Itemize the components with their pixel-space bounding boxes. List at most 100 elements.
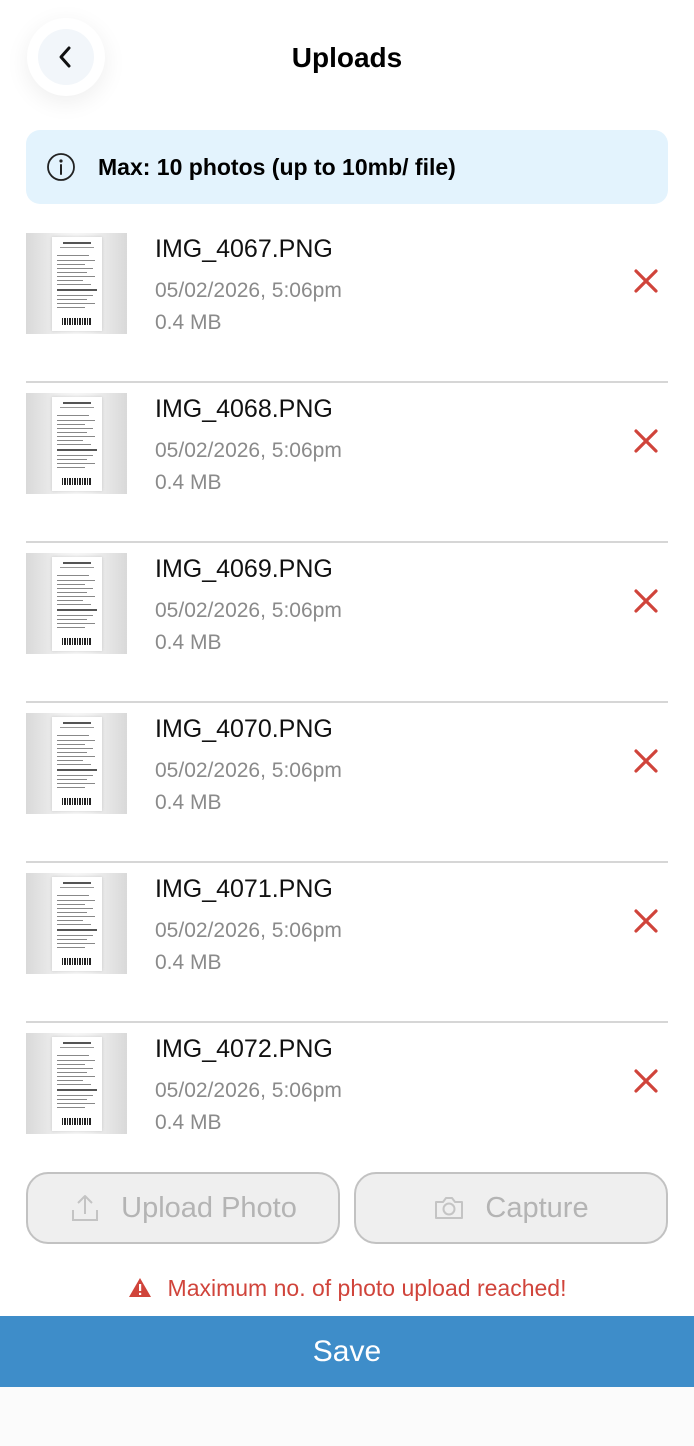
page-title: Uploads xyxy=(291,42,403,73)
receipt-line xyxy=(57,1103,95,1104)
receipt-line xyxy=(57,415,89,416)
file-list: IMG_4067.PNG 05/02/2026, 5:06pm 0.4 MB I… xyxy=(26,223,668,1183)
info-banner: Max: 10 photos (up to 10mb/ file) xyxy=(26,130,668,204)
receipt-line xyxy=(57,588,93,589)
receipt-line xyxy=(57,604,91,605)
info-circle-icon xyxy=(46,152,76,182)
receipt-line xyxy=(57,600,83,601)
file-thumbnail[interactable] xyxy=(26,713,127,814)
warning-text: Maximum no. of photo upload reached! xyxy=(167,1274,567,1301)
receipt-line xyxy=(57,280,83,281)
uploads-screen: Uploads Max: 10 photos (up to 10mb/ file… xyxy=(0,0,694,1446)
receipt-line xyxy=(57,943,95,944)
save-label: Save xyxy=(312,1334,382,1368)
upload-icon xyxy=(69,1192,101,1224)
receipt-line xyxy=(57,735,89,736)
remove-file-button[interactable] xyxy=(630,1065,662,1097)
file-size: 0.4 MB xyxy=(155,791,222,814)
warning-triangle-icon xyxy=(128,1276,152,1300)
remove-file-button[interactable] xyxy=(630,745,662,777)
file-thumbnail[interactable] xyxy=(26,553,127,654)
receipt-line xyxy=(57,424,85,425)
receipt-line xyxy=(57,580,95,581)
receipt-line xyxy=(57,904,85,905)
receipt-line xyxy=(57,908,93,909)
receipt-line xyxy=(57,1064,85,1065)
receipt-line xyxy=(57,295,93,296)
receipt-barcode xyxy=(62,1118,92,1125)
receipt-image xyxy=(52,717,102,811)
file-size: 0.4 MB xyxy=(155,951,222,974)
file-name: IMG_4070.PNG xyxy=(155,715,333,743)
receipt-line xyxy=(57,420,95,421)
close-icon xyxy=(634,909,658,933)
receipt-image xyxy=(52,877,102,971)
receipt-line xyxy=(57,627,85,628)
receipt-subheader xyxy=(60,567,94,568)
remove-file-button[interactable] xyxy=(630,265,662,297)
receipt-line xyxy=(57,596,95,597)
receipt-subheader xyxy=(60,247,94,248)
receipt-line xyxy=(57,307,85,308)
save-button[interactable]: Save xyxy=(0,1316,694,1387)
receipt-line xyxy=(57,947,85,948)
receipt-line xyxy=(57,444,91,445)
receipt-line xyxy=(57,924,91,925)
receipt-barcode xyxy=(62,478,92,485)
receipt-line xyxy=(57,436,95,437)
close-icon xyxy=(634,1069,658,1093)
receipt-header xyxy=(63,1042,91,1044)
receipt-line xyxy=(57,775,93,776)
receipt-line xyxy=(57,783,95,784)
remove-file-button[interactable] xyxy=(630,905,662,937)
file-date: 05/02/2026, 5:06pm xyxy=(155,599,342,622)
capture-label: Capture xyxy=(485,1191,589,1224)
file-date: 05/02/2026, 5:06pm xyxy=(155,1079,342,1102)
receipt-subheader xyxy=(60,887,94,888)
file-thumbnail[interactable] xyxy=(26,393,127,494)
receipt-line xyxy=(57,299,87,300)
file-thumbnail[interactable] xyxy=(26,1033,127,1134)
receipt-line xyxy=(57,1072,87,1073)
upload-limit-warning: Maximum no. of photo upload reached! xyxy=(0,1270,694,1306)
upload-photo-button[interactable]: Upload Photo xyxy=(26,1172,340,1244)
receipt-line xyxy=(57,935,93,936)
receipt-line xyxy=(57,764,91,765)
bottom-safe-area xyxy=(0,1387,694,1446)
file-name: IMG_4072.PNG xyxy=(155,1035,333,1063)
receipt-image xyxy=(52,557,102,651)
receipt-line xyxy=(57,1076,95,1077)
close-icon xyxy=(634,749,658,773)
file-name: IMG_4068.PNG xyxy=(155,395,333,423)
file-date: 05/02/2026, 5:06pm xyxy=(155,919,342,942)
receipt-header xyxy=(63,882,91,884)
receipt-line xyxy=(57,1068,93,1069)
receipt-line xyxy=(57,756,95,757)
receipt-barcode xyxy=(62,958,92,965)
file-thumbnail[interactable] xyxy=(26,233,127,334)
receipt-line xyxy=(57,779,87,780)
receipt-line xyxy=(57,1060,95,1061)
close-icon xyxy=(634,269,658,293)
receipt-total-line xyxy=(57,609,97,611)
remove-file-button[interactable] xyxy=(630,585,662,617)
action-buttons: Upload Photo Capture xyxy=(26,1172,668,1244)
remove-file-button[interactable] xyxy=(630,425,662,457)
receipt-line xyxy=(57,440,83,441)
file-name: IMG_4069.PNG xyxy=(155,555,333,583)
receipt-subheader xyxy=(60,727,94,728)
file-row: IMG_4072.PNG 05/02/2026, 5:06pm 0.4 MB xyxy=(26,1023,668,1183)
file-size: 0.4 MB xyxy=(155,471,222,494)
capture-button[interactable]: Capture xyxy=(354,1172,668,1244)
receipt-line xyxy=(57,752,87,753)
receipt-line xyxy=(57,623,95,624)
receipt-line xyxy=(57,432,87,433)
receipt-line xyxy=(57,284,91,285)
file-thumbnail[interactable] xyxy=(26,873,127,974)
file-size: 0.4 MB xyxy=(155,631,222,654)
camera-icon xyxy=(433,1192,465,1224)
file-row: IMG_4071.PNG 05/02/2026, 5:06pm 0.4 MB xyxy=(26,863,668,1023)
file-date: 05/02/2026, 5:06pm xyxy=(155,279,342,302)
receipt-total-line xyxy=(57,769,97,771)
receipt-line xyxy=(57,912,87,913)
